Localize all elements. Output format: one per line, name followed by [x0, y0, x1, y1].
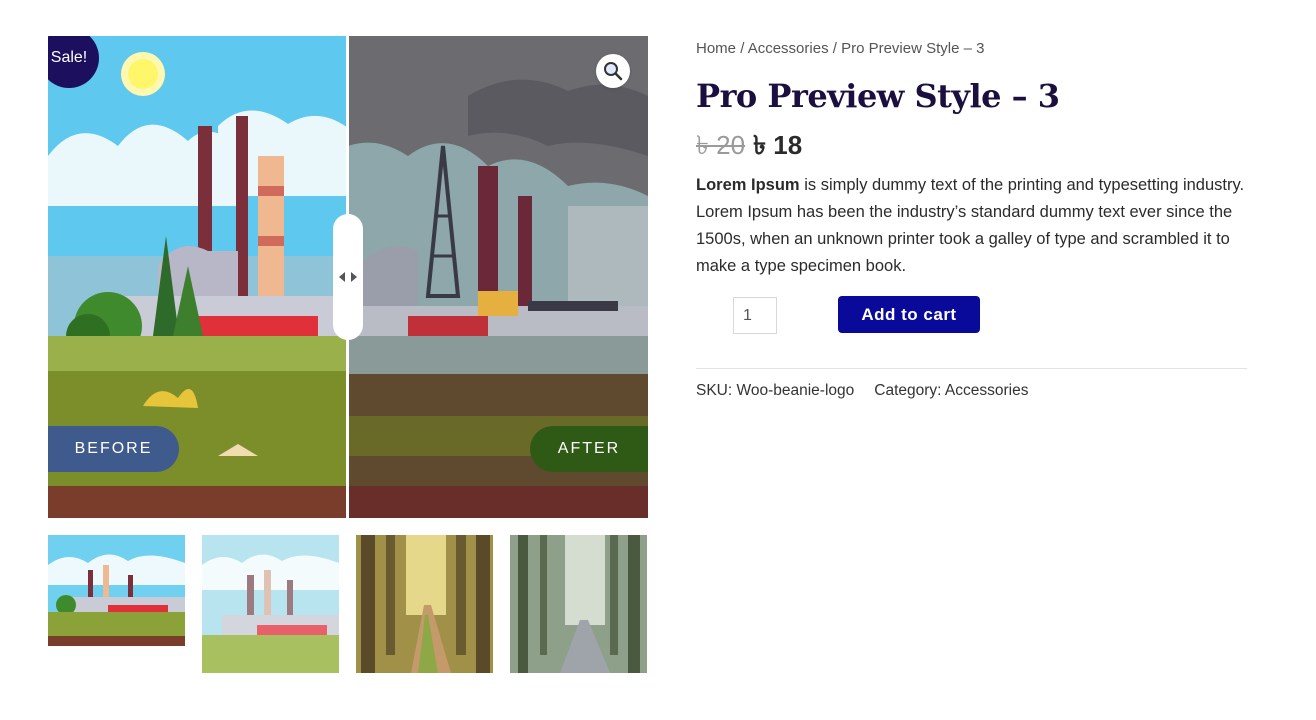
add-to-cart-button[interactable]: Add to cart	[838, 296, 980, 333]
breadcrumb-home[interactable]: Home	[696, 40, 736, 57]
thumbnail-4[interactable]	[510, 535, 647, 673]
product-price: ৳ 20 ৳ 18	[696, 128, 1247, 162]
sale-price: ৳ 18	[753, 130, 803, 160]
sku-value: Woo-beanie-logo	[736, 382, 855, 399]
breadcrumb-current: Pro Preview Style – 3	[841, 40, 985, 57]
comparison-handle[interactable]	[333, 214, 363, 340]
regular-price: ৳ 20	[696, 130, 746, 160]
before-after-comparison[interactable]: Sale! BEFORE AFTER	[48, 36, 648, 518]
thumbnail-strip	[48, 535, 648, 673]
thumbnail-1[interactable]	[48, 535, 185, 646]
thumbnail-3[interactable]	[356, 535, 493, 673]
zoom-button[interactable]	[596, 54, 630, 88]
breadcrumb-separator: /	[740, 40, 745, 57]
product-gallery: Sale! BEFORE AFTER	[48, 36, 648, 673]
breadcrumb-category[interactable]: Accessories	[748, 40, 829, 57]
after-label: AFTER	[530, 426, 648, 472]
sku-label: SKU:	[696, 382, 733, 399]
divider	[696, 368, 1247, 369]
breadcrumb: Home / Accessories / Pro Preview Style –…	[696, 36, 1247, 62]
thumbnail-2[interactable]	[202, 535, 339, 673]
add-to-cart-form: Add to cart	[696, 296, 1247, 348]
category-wrapper: Category: Accessories	[874, 382, 1028, 400]
magnifier-icon	[604, 62, 623, 81]
product-summary: Home / Accessories / Pro Preview Style –…	[696, 36, 1247, 399]
product-meta: SKU: Woo-beanie-logo Category: Accessori…	[696, 382, 1028, 400]
product-title: Pro Preview Style – 3	[696, 77, 1060, 115]
quantity-input[interactable]	[733, 297, 777, 334]
sku-wrapper: SKU: Woo-beanie-logo	[696, 382, 854, 400]
category-link[interactable]: Accessories	[945, 382, 1029, 399]
before-label: BEFORE	[48, 426, 179, 472]
breadcrumb-separator: /	[832, 40, 837, 57]
description-bold: Lorem Ipsum	[696, 176, 800, 194]
category-label: Category:	[874, 382, 942, 399]
product-description: Lorem Ipsum is simply dummy text of the …	[696, 172, 1247, 280]
right-arrow-icon	[351, 272, 357, 282]
left-arrow-icon	[339, 272, 345, 282]
